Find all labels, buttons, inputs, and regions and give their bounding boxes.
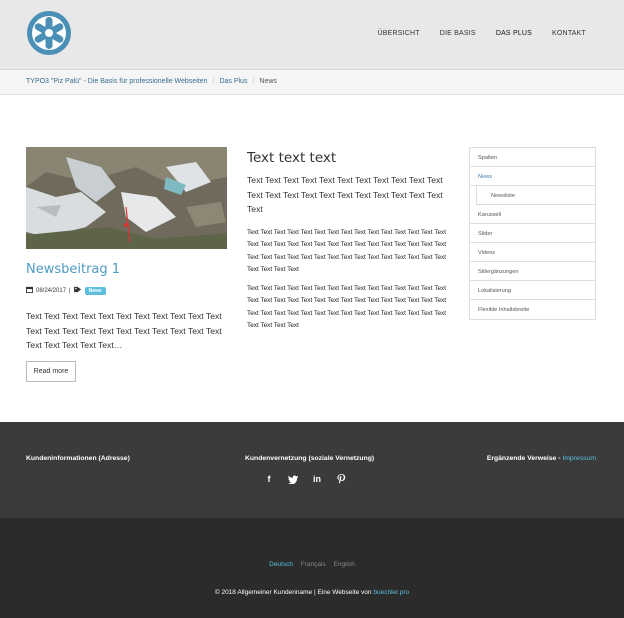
tags-icon (73, 286, 82, 295)
news-meta: 08/24/2017 | News (26, 286, 106, 295)
news-tag-badge[interactable]: News (84, 286, 106, 295)
footer-social-title: Kundenvernetzung (soziale Vernetzung) (245, 455, 375, 462)
language-switcher: Deutsch Français English (0, 561, 624, 568)
subnav-item-lokalisierung[interactable]: Lokalisierung (470, 281, 595, 300)
footer-links: Ergänzende Verweise - Impressum (486, 455, 596, 462)
footer-top (0, 422, 624, 518)
buechler-pro-link[interactable]: buechler.pro (373, 589, 409, 596)
nav-item-die-basis[interactable]: DIE BASIS (440, 30, 476, 37)
nav-item-uebersicht[interactable]: ÜBERSICHT (378, 30, 420, 37)
news-teaser: Text Text Text Text Text Text Text Text … (26, 311, 222, 350)
breadcrumb-das-plus[interactable]: Das Plus (219, 78, 247, 85)
subnav-item-stilergaenzungen[interactable]: Stilergänzungen (470, 262, 595, 281)
breadcrumb-current: News (259, 78, 277, 85)
footer-customer-info: Kundeninformationen (Adresse) (26, 455, 130, 462)
nav-item-das-plus[interactable]: DAS PLUS (496, 30, 532, 37)
news-date: 08/24/2017 (36, 287, 67, 294)
calendar-icon (26, 286, 33, 295)
main-nav: ÜBERSICHT DIE BASIS DAS PLUS KONTAKT (358, 30, 586, 37)
subnav-item-flexible-inhaltsbreite[interactable]: Flexible Inhaltsbreite (470, 300, 595, 319)
logo-asterisk-icon[interactable] (26, 10, 72, 56)
read-more-button[interactable]: Read more (26, 361, 76, 382)
breadcrumb: TYPO3 "Piz Palü" - Die Basis für profess… (0, 70, 624, 95)
content-paragraph-1: Text Text Text Text Text Text Text Text … (247, 229, 447, 274)
breadcrumb-home[interactable]: TYPO3 "Piz Palü" - Die Basis für profess… (26, 78, 207, 85)
meta-separator: | (69, 287, 71, 294)
content-heading: Text text text (247, 150, 337, 166)
facebook-icon[interactable]: f (264, 474, 274, 484)
social-icons: f in (264, 474, 346, 484)
copyright: © 2018 Allgemeiner Kundenname | Eine Web… (214, 589, 410, 596)
lang-english[interactable]: English (334, 561, 355, 568)
impressum-link[interactable]: Impressum (562, 455, 596, 462)
subnav-item-slider[interactable]: Slider (470, 224, 595, 243)
news-image[interactable] (26, 147, 227, 249)
subnav-item-spalten[interactable]: Spalten (470, 148, 595, 167)
nav-item-kontakt[interactable]: KONTAKT (552, 30, 586, 37)
pinterest-icon[interactable] (336, 474, 346, 484)
twitter-icon[interactable] (288, 474, 298, 484)
site-header: ÜBERSICHT DIE BASIS DAS PLUS KONTAKT (0, 0, 624, 70)
footer-bottom (0, 518, 624, 618)
lang-francais[interactable]: Français (301, 561, 326, 568)
content-paragraph-2: Text Text Text Text Text Text Text Text … (247, 285, 447, 330)
content-lead: Text Text Text Text Text Text Text Text … (247, 175, 443, 214)
subnav-item-karussell[interactable]: Karussell (470, 205, 595, 224)
subnav-item-newsliste[interactable]: Newsliste (476, 186, 595, 205)
lang-deutsch[interactable]: Deutsch (269, 561, 293, 568)
news-title[interactable]: Newsbeitrag 1 (26, 262, 120, 277)
subnav-item-videos[interactable]: Videos (470, 243, 595, 262)
subnav-item-news[interactable]: News (470, 167, 595, 186)
linkedin-icon[interactable]: in (312, 474, 322, 484)
sub-navigation: Spalten News Newsliste Karussell Slider … (469, 147, 596, 320)
